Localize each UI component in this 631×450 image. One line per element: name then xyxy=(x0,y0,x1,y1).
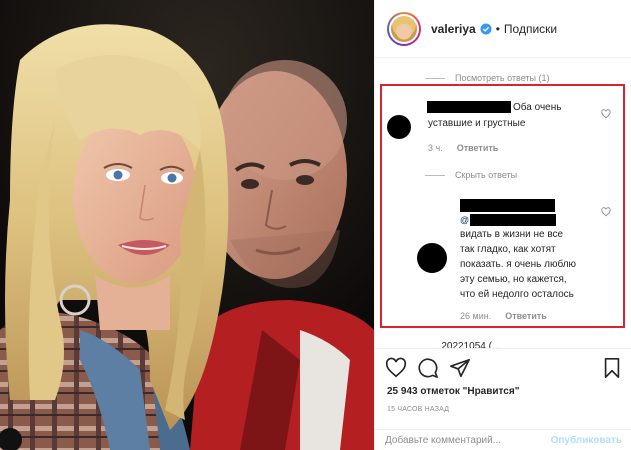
commenter-avatar-1[interactable] xyxy=(387,115,411,139)
selfie-image xyxy=(0,0,374,450)
share-direct-icon[interactable] xyxy=(449,357,471,379)
comment-1-meta: 3 ч. Ответить xyxy=(428,143,498,153)
post-actions: 25 943 отметок "Нравится" 15 ЧАСОВ НАЗАД… xyxy=(375,348,631,450)
comment-2-line-1: видать в жизни не все xyxy=(460,229,564,240)
username-link[interactable]: valeriya xyxy=(431,22,476,36)
hide-replies-label: Скрыть ответы xyxy=(455,170,518,180)
redacted-username-1 xyxy=(427,101,511,113)
comment-1-text-line2: уставшие и грустные xyxy=(428,118,526,129)
verified-badge-icon xyxy=(480,23,492,35)
comment-2-like-heart-icon[interactable] xyxy=(601,207,611,217)
comment-1-like-heart-icon[interactable] xyxy=(601,109,611,119)
post-header: valeriya • Подписки xyxy=(375,0,631,58)
view-replies-toggle[interactable]: Посмотреть ответы (1) xyxy=(425,73,550,83)
publish-button[interactable]: Опубликовать xyxy=(551,435,622,446)
comment-1-text-line1: Оба очень xyxy=(513,102,562,113)
post-photo[interactable] xyxy=(0,0,374,450)
comment-2-line-4: эту семью, но кажется, xyxy=(460,274,567,285)
replies-divider-2 xyxy=(425,174,445,176)
commenter-avatar-2[interactable] xyxy=(417,243,447,273)
add-comment-bar: Опубликовать xyxy=(375,429,631,450)
comment-2-line-5: что ей недолго осталось xyxy=(460,289,574,300)
comment-2-meta: 26 мин. Ответить xyxy=(460,311,547,321)
profile-avatar[interactable] xyxy=(387,11,421,46)
comment-2-line-2: так гладко, как хотят xyxy=(460,244,556,255)
comment-input[interactable] xyxy=(385,435,535,446)
comment-1-reply-button[interactable]: Ответить xyxy=(457,143,499,153)
likes-count[interactable]: 25 943 отметок "Нравится" xyxy=(387,386,519,397)
avatar-border xyxy=(389,13,419,44)
redacted-username-2 xyxy=(460,199,555,212)
comment-2-time: 26 мин. xyxy=(460,311,492,321)
view-replies-label: Посмотреть ответы (1) xyxy=(455,73,550,83)
replies-divider xyxy=(425,77,445,79)
following-button[interactable]: Подписки xyxy=(504,22,557,36)
comment-1-time: 3 ч. xyxy=(428,143,443,153)
save-bookmark-icon[interactable] xyxy=(601,357,623,379)
post-side-panel: valeriya • Подписки Посмотреть ответы (1… xyxy=(374,0,631,450)
comment-2-line-3: показать. я очень люблю xyxy=(460,259,577,270)
comments-section: Посмотреть ответы (1) Оба очень уставшие… xyxy=(375,58,631,348)
comment-bubble-icon[interactable] xyxy=(417,357,439,379)
like-heart-icon[interactable] xyxy=(385,357,407,379)
avatar-image xyxy=(391,15,417,42)
comment-2-reply-button[interactable]: Ответить xyxy=(505,311,547,321)
mention-prefix[interactable]: @ xyxy=(460,214,469,227)
redacted-mention xyxy=(470,214,556,226)
hide-replies-toggle[interactable]: Скрыть ответы xyxy=(425,170,517,180)
post-time-ago[interactable]: 15 ЧАСОВ НАЗАД xyxy=(387,406,449,413)
header-separator: • xyxy=(495,21,500,36)
next-comment-cutoff: ...20221054 (... xyxy=(433,341,501,348)
